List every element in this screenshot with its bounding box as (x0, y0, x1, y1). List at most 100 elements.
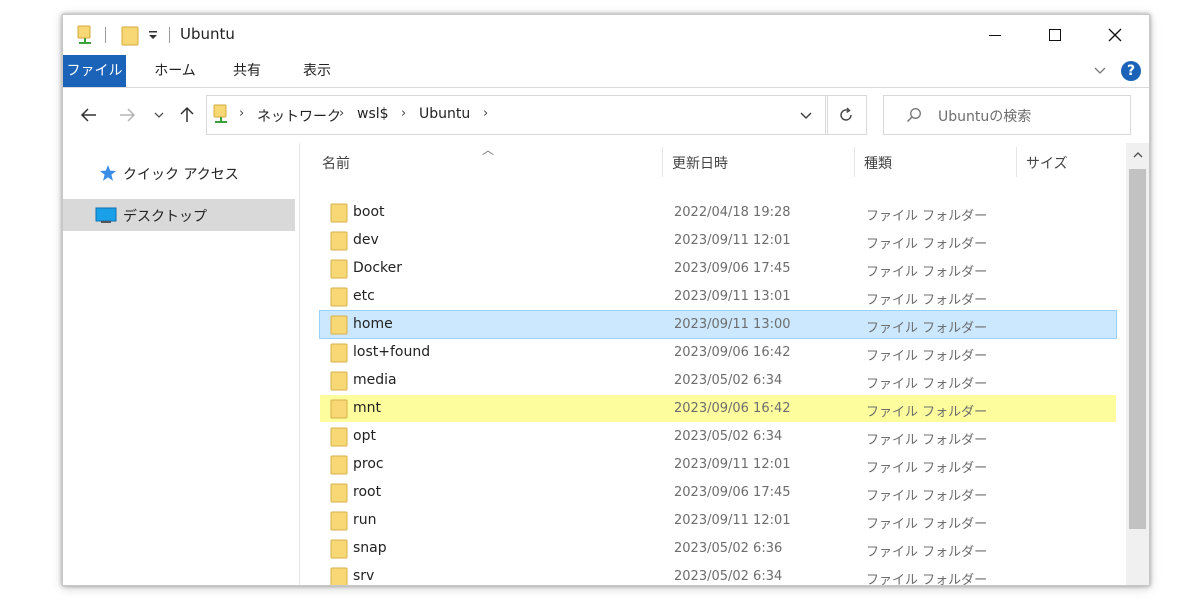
quick-access-dropdown-icon[interactable] (147, 27, 159, 47)
desktop-icon (95, 207, 117, 229)
network-drive-icon (213, 104, 229, 130)
file-date: 2023/09/06 16:42 (674, 345, 791, 360)
file-row[interactable]: lost+found 2023/09/06 16:42 ファイル フォルダー (320, 339, 1116, 366)
refresh-button[interactable] (825, 95, 867, 135)
arrow-right-icon (120, 108, 136, 122)
file-name: dev (353, 232, 379, 248)
breadcrumb-network[interactable]: ネットワーク (257, 106, 341, 126)
breadcrumb-separator-icon[interactable]: › (339, 106, 344, 121)
file-type: ファイル フォルダー (866, 349, 988, 364)
file-date: 2023/09/11 13:00 (674, 317, 791, 332)
file-row[interactable]: media 2023/05/02 6:34 ファイル フォルダー (320, 367, 1116, 394)
folder-icon (330, 343, 348, 367)
breadcrumb-separator-icon[interactable]: › (401, 106, 406, 121)
column-header-name[interactable]: ︿ 名前 (300, 143, 662, 179)
file-row[interactable]: run 2023/09/11 12:01 ファイル フォルダー (320, 507, 1116, 534)
chevron-up-icon (1133, 152, 1142, 158)
minimize-icon (989, 35, 1001, 36)
file-row[interactable]: srv 2023/05/02 6:34 ファイル フォルダー (320, 563, 1116, 585)
file-date: 2023/09/06 17:45 (674, 485, 791, 500)
folder-icon (330, 203, 348, 227)
minimize-button[interactable] (965, 15, 1025, 55)
file-row[interactable]: proc 2023/09/11 12:01 ファイル フォルダー (320, 451, 1116, 478)
nav-label: デスクトップ (123, 209, 207, 225)
title-bar: Ubuntu (63, 15, 1149, 55)
folder-icon (330, 511, 348, 535)
file-name: boot (353, 204, 385, 220)
maximize-button[interactable] (1025, 15, 1085, 55)
file-name: proc (353, 456, 384, 472)
ribbon-expand-icon[interactable] (1093, 63, 1107, 81)
file-type: ファイル フォルダー (866, 377, 988, 392)
tab-file[interactable]: ファイル (63, 55, 126, 87)
breadcrumb-wsl[interactable]: wsl$ (357, 106, 389, 122)
search-input[interactable]: Ubuntuの検索 (938, 106, 1031, 126)
scroll-up-button[interactable] (1126, 143, 1149, 167)
close-button[interactable] (1085, 15, 1145, 55)
help-button[interactable]: ? (1121, 61, 1141, 81)
file-list: ︿ 名前 更新日時 種類 サイズ boot 2022/04/18 19:28 ファイ… (300, 143, 1126, 585)
chevron-down-icon (800, 112, 812, 120)
network-drive-icon[interactable] (77, 25, 93, 51)
arrow-left-icon (80, 108, 96, 122)
address-bar[interactable]: › ネットワーク › wsl$ › Ubuntu › (206, 95, 828, 135)
file-row[interactable]: snap 2023/05/02 6:36 ファイル フォルダー (320, 535, 1116, 562)
file-row[interactable]: dev 2023/09/11 12:01 ファイル フォルダー (320, 227, 1116, 254)
file-date: 2023/05/02 6:34 (674, 429, 783, 444)
folder-icon (330, 483, 348, 507)
forward-button[interactable] (115, 103, 139, 127)
file-name: etc (353, 288, 375, 304)
close-icon (1108, 28, 1122, 42)
folder-icon (330, 315, 348, 339)
file-date: 2023/09/06 17:45 (674, 261, 791, 276)
file-date: 2022/04/18 19:28 (674, 205, 791, 220)
nav-item-desktop[interactable]: デスクトップ (63, 199, 295, 231)
file-date: 2023/05/02 6:34 (674, 569, 783, 584)
explorer-window: Ubuntu ファイル ホーム 共有 表示 ? › ネットワーク › wsl$ … (62, 14, 1150, 586)
nav-item-quick-access[interactable]: クイック アクセス (63, 157, 295, 189)
nav-label: クイック アクセス (123, 167, 239, 183)
file-name: lost+found (353, 344, 431, 360)
file-type: ファイル フォルダー (866, 545, 988, 560)
sort-ascending-icon: ︿ (482, 143, 495, 157)
folder-icon (330, 427, 348, 451)
file-type: ファイル フォルダー (866, 321, 988, 336)
breadcrumb-ubuntu[interactable]: Ubuntu (419, 106, 470, 122)
window-title: Ubuntu (180, 25, 235, 43)
recent-locations-button[interactable] (147, 103, 171, 127)
file-name: home (353, 316, 393, 332)
folder-icon (330, 567, 348, 585)
folder-icon (330, 539, 348, 563)
breadcrumb-separator-icon[interactable]: › (483, 106, 488, 121)
column-header-size[interactable]: サイズ (1016, 143, 1116, 179)
breadcrumb-separator-icon[interactable]: › (239, 106, 244, 121)
address-history-dropdown[interactable] (799, 108, 813, 126)
folder-icon (330, 399, 348, 423)
scrollbar-thumb[interactable] (1129, 169, 1146, 529)
navigation-pane: クイック アクセス デスクトップ (63, 143, 300, 585)
tab-share[interactable]: 共有 (219, 57, 275, 85)
file-row[interactable]: Docker 2023/09/06 17:45 ファイル フォルダー (320, 255, 1116, 282)
up-button[interactable] (175, 103, 199, 127)
file-row[interactable]: home 2023/09/11 13:00 ファイル フォルダー (319, 310, 1117, 339)
file-row[interactable]: mnt 2023/09/06 16:42 ファイル フォルダー (320, 395, 1116, 422)
vertical-scrollbar[interactable] (1126, 143, 1149, 585)
file-type: ファイル フォルダー (866, 293, 988, 308)
tab-view[interactable]: 表示 (289, 57, 345, 85)
file-date: 2023/05/02 6:34 (674, 373, 783, 388)
file-row[interactable]: boot 2022/04/18 19:28 ファイル フォルダー (320, 199, 1116, 226)
column-header-date[interactable]: 更新日時 (662, 143, 854, 179)
search-box[interactable]: Ubuntuの検索 (883, 95, 1131, 135)
file-row[interactable]: root 2023/09/06 17:45 ファイル フォルダー (320, 479, 1116, 506)
file-type: ファイル フォルダー (866, 237, 988, 252)
file-name: media (353, 372, 397, 388)
folder-icon[interactable] (121, 25, 139, 51)
file-date: 2023/09/11 12:01 (674, 457, 791, 472)
file-row[interactable]: etc 2023/09/11 13:01 ファイル フォルダー (320, 283, 1116, 310)
title-separator (105, 27, 106, 43)
column-header-type[interactable]: 種類 (854, 143, 1016, 179)
back-button[interactable] (77, 103, 101, 127)
file-row[interactable]: opt 2023/05/02 6:34 ファイル フォルダー (320, 423, 1116, 450)
tab-home[interactable]: ホーム (143, 57, 207, 85)
arrow-up-icon (180, 106, 194, 122)
